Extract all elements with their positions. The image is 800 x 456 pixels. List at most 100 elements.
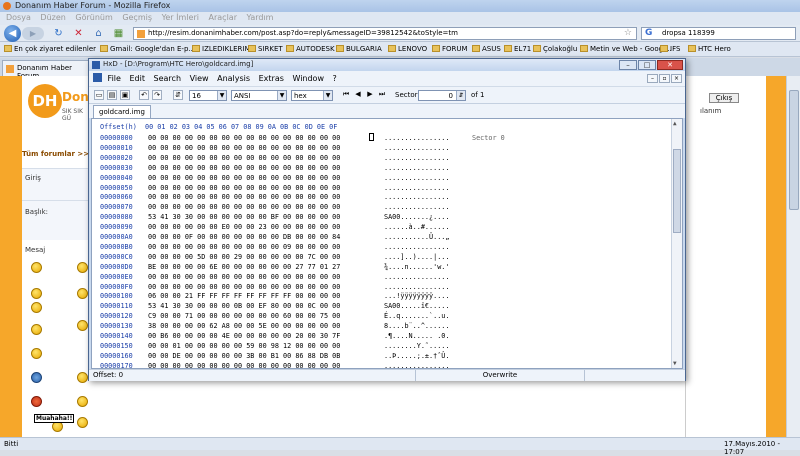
row-hex-bytes[interactable]: 53 41 30 30 00 00 00 0B 00 EF 80 00 00 0… [148, 302, 384, 310]
row-ascii[interactable]: ..Þ.....;.±.†ˆÛ. [384, 352, 449, 360]
bookmark-forum[interactable]: FORUM [432, 45, 468, 53]
row-ascii[interactable]: 8....b¨..^...... [384, 322, 449, 330]
search-input[interactable]: G dropsa 118399 [641, 27, 796, 40]
row-ascii[interactable]: ................ [384, 283, 449, 291]
smiley-icon[interactable] [77, 288, 88, 299]
row-hex-bytes[interactable]: 00 00 00 00 00 00 00 00 00 00 00 00 00 0… [148, 174, 384, 182]
row-hex-bytes[interactable]: 53 41 30 30 00 00 00 00 00 00 BF 00 00 0… [148, 213, 384, 221]
smiley-icon[interactable] [31, 348, 42, 359]
hxd-menu-help[interactable]: ? [333, 74, 337, 83]
hex-row[interactable]: 000000E0 00 00 00 00 00 00 00 00 00 00 00… [100, 273, 449, 283]
menu-file[interactable]: Dosya [6, 13, 31, 22]
row-hex-bytes[interactable]: 00 00 00 00 00 00 00 00 00 00 00 00 00 0… [148, 154, 384, 162]
hex-row[interactable]: 00000150 00 00 01 00 00 00 00 00 59 00 98… [100, 342, 449, 352]
row-ascii[interactable]: ................ [384, 362, 449, 368]
smiley-icon[interactable] [31, 288, 42, 299]
row-hex-bytes[interactable]: 00 00 00 00 00 00 00 00 00 00 00 00 00 0… [148, 273, 384, 281]
hex-row[interactable]: 000000A0 00 00 00 0F 00 00 00 00 00 00 00… [100, 233, 449, 243]
hex-row[interactable]: 00000070 00 00 00 00 00 00 00 00 00 00 00… [100, 203, 449, 213]
file-tab[interactable]: goldcard.img [93, 105, 151, 119]
hxd-title-bar[interactable]: HxD - [D:\Program\HTC Hero\goldcard.img]… [89, 59, 685, 71]
row-ascii[interactable]: ................ [384, 144, 449, 152]
bookmark-metin-web[interactable]: Metin ve Web - Googl... [580, 45, 672, 53]
menu-tools[interactable]: Araçlar [209, 13, 237, 22]
row-ascii[interactable]: ................ [384, 154, 449, 162]
hex-row[interactable]: 00000090 00 00 00 00 00 00 E0 00 00 23 00… [100, 223, 449, 233]
row-hex-bytes[interactable]: C9 00 00 71 00 00 00 00 00 00 00 60 00 0… [148, 312, 384, 320]
row-ascii[interactable]: ................ [384, 203, 449, 211]
row-hex-bytes[interactable]: 00 00 00 00 00 00 00 00 00 00 00 00 00 0… [148, 144, 384, 152]
menu-view[interactable]: Görünüm [75, 13, 112, 22]
stop-button[interactable]: ✕ [72, 27, 85, 40]
hxd-menu-window[interactable]: Window [292, 74, 324, 83]
smiley-icon[interactable] [31, 302, 42, 313]
addon-button[interactable]: ▦ [112, 27, 125, 40]
hex-row[interactable]: 00000110 53 41 30 30 00 00 00 0B 00 EF 80… [100, 302, 449, 312]
home-button[interactable]: ⌂ [92, 27, 105, 40]
display-mode-select[interactable]: hex ▼ [291, 90, 333, 101]
row-hex-bytes[interactable]: 00 00 00 00 00 00 00 00 00 00 00 00 00 0… [148, 362, 384, 368]
scroll-up-icon[interactable]: ▲ [673, 120, 677, 127]
prev-sector-button[interactable]: ◀ [353, 90, 363, 100]
scroll-down-icon[interactable]: ▼ [673, 360, 677, 367]
bookmark-ifs[interactable]: IFS [660, 45, 680, 53]
row-ascii[interactable]: ................ [384, 243, 449, 251]
menu-help[interactable]: Yardım [247, 13, 274, 22]
hex-row[interactable]: 000000B0 00 00 00 00 00 00 00 00 00 00 00… [100, 243, 449, 253]
row-hex-bytes[interactable]: 38 00 00 00 00 62 A8 00 00 5E 00 00 00 0… [148, 322, 384, 330]
smiley-icon[interactable] [77, 372, 88, 383]
row-hex-bytes[interactable]: 00 00 00 00 00 00 00 00 00 00 00 00 00 0… [148, 193, 384, 201]
hex-row[interactable]: 00000120 C9 00 00 71 00 00 00 00 00 00 00… [100, 312, 449, 322]
minimize-button[interactable]: – [619, 60, 637, 70]
hex-row[interactable]: 000000F0 00 00 00 00 00 00 00 00 00 00 00… [100, 283, 449, 293]
all-forums-link[interactable]: Tüm forumlar >> [22, 150, 92, 160]
mdi-minimize-button[interactable]: – [647, 74, 658, 83]
row-hex-bytes[interactable]: 00 00 00 00 00 00 00 00 00 00 00 00 00 0… [148, 203, 384, 211]
bookmark-htc-hero[interactable]: HTC Hero [688, 45, 731, 53]
hxd-menu-extras[interactable]: Extras [259, 74, 284, 83]
row-hex-bytes[interactable]: 00 00 DE 00 00 00 00 00 3B 00 B1 00 86 8… [148, 352, 384, 360]
bookmark-colakoglu[interactable]: Çolakoğlu [533, 45, 577, 53]
mdi-close-button[interactable]: × [671, 74, 682, 83]
row-ascii[interactable]: ................ [384, 174, 449, 182]
maximize-button[interactable]: □ [638, 60, 656, 70]
logout-button[interactable]: Çıkış [709, 93, 739, 103]
row-ascii[interactable]: ................ [384, 134, 449, 142]
row-hex-bytes[interactable]: 00 B6 00 00 00 00 4E 00 00 00 00 00 20 0… [148, 332, 384, 340]
row-ascii[interactable]: SA00.......¿.... [384, 213, 449, 221]
bookmark-el71[interactable]: EL71 [504, 45, 531, 53]
smiley-icon[interactable] [31, 262, 42, 273]
next-sector-button[interactable]: ▶ [365, 90, 375, 100]
menu-edit[interactable]: Düzen [40, 13, 65, 22]
row-ascii[interactable]: ................ [384, 193, 449, 201]
row-ascii[interactable]: ........Y.˜..... [384, 342, 449, 350]
first-sector-button[interactable]: ⏮ [341, 90, 351, 100]
smiley-icon[interactable] [77, 396, 88, 407]
row-ascii[interactable]: ......à..#...... [384, 223, 449, 231]
hex-row[interactable]: 00000010 00 00 00 00 00 00 00 00 00 00 00… [100, 144, 449, 154]
hex-row[interactable]: 00000040 00 00 00 00 00 00 00 00 00 00 00… [100, 174, 449, 184]
row-hex-bytes[interactable]: 00 00 00 0F 00 00 00 00 00 00 00 DB 00 0… [148, 233, 384, 241]
hex-row[interactable]: 00000140 00 B6 00 00 00 00 4E 00 00 00 00… [100, 332, 449, 342]
hxd-menu-file[interactable]: File [108, 74, 121, 83]
forward-button[interactable]: ▶ [22, 27, 44, 40]
mdi-restore-button[interactable]: ▫ [659, 74, 670, 83]
row-hex-bytes[interactable]: 00 00 00 00 00 00 00 00 00 00 00 00 00 0… [148, 184, 384, 192]
redo-button[interactable]: ↷ [152, 90, 162, 100]
hex-row[interactable]: 00000020 00 00 00 00 00 00 00 00 00 00 00… [100, 154, 449, 164]
row-hex-bytes[interactable]: 06 00 00 21 FF FF FF FF FF FF FF FF 00 0… [148, 292, 384, 300]
hex-row[interactable]: 00000060 00 00 00 00 00 00 00 00 00 00 00… [100, 193, 449, 203]
menu-bookmarks[interactable]: Yer İmleri [162, 13, 199, 22]
bookmark-sirket[interactable]: SIRKET [248, 45, 283, 53]
smiley-icon[interactable] [77, 417, 88, 428]
row-ascii[interactable]: ................ [384, 184, 449, 192]
hex-row[interactable]: 00000000 00 00 00 00 00 00 00 00 00 00 00… [100, 134, 449, 144]
bookmark-most-visited[interactable]: En çok ziyaret edilenler [4, 45, 96, 53]
row-hex-bytes[interactable]: 00 00 00 00 00 00 00 00 00 00 00 00 00 0… [148, 283, 384, 291]
row-ascii[interactable]: É..q.......`..u. [384, 312, 449, 320]
open-file-button[interactable]: ▤ [107, 90, 117, 100]
undo-button[interactable]: ↶ [139, 90, 149, 100]
mode-status[interactable]: Overwrite [415, 370, 585, 381]
reload-button[interactable]: ↻ [52, 27, 65, 40]
hxd-menu-edit[interactable]: Edit [129, 74, 145, 83]
